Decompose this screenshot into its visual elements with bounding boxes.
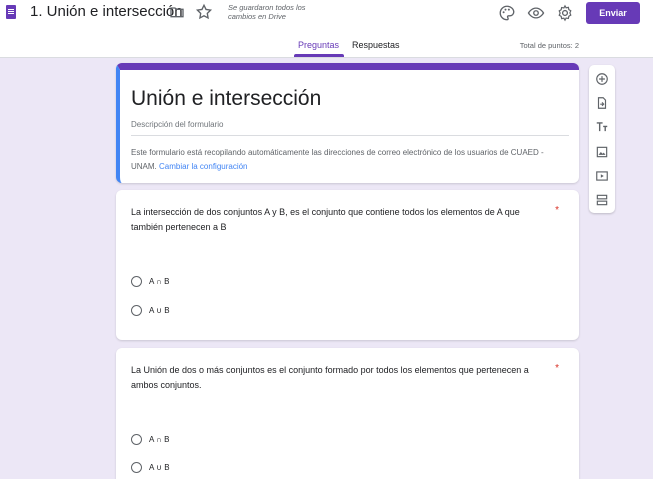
palette-icon[interactable]: [498, 4, 516, 22]
form-header-card[interactable]: Unión e intersección Descripción del for…: [116, 63, 579, 183]
change-settings-link[interactable]: Cambiar la configuración: [159, 162, 248, 171]
option-item[interactable]: A ∩ B: [131, 276, 169, 287]
save-status: Se guardaron todos los cambios en Drive: [228, 3, 306, 21]
question-card[interactable]: La intersección de dos conjuntos A y B, …: [116, 190, 579, 340]
radio-button[interactable]: [131, 276, 142, 287]
star-icon[interactable]: [195, 3, 213, 21]
required-mark: *: [555, 363, 559, 374]
add-question-icon[interactable]: [595, 72, 609, 86]
email-collection-notice: Este formulario está recopilando automát…: [131, 146, 571, 174]
document-title[interactable]: 1. Unión e intersección: [30, 3, 183, 20]
option-label: A ∪ B: [149, 306, 170, 315]
question-text[interactable]: La Unión de dos o más conjuntos es el co…: [131, 363, 541, 393]
question-card[interactable]: La Unión de dos o más conjuntos es el co…: [116, 348, 579, 479]
option-item[interactable]: A ∪ B: [131, 462, 170, 473]
tab-responses[interactable]: Respuestas: [352, 40, 400, 50]
form-title[interactable]: Unión e intersección: [131, 87, 321, 111]
option-label: A ∩ B: [149, 277, 170, 286]
add-video-icon[interactable]: [595, 169, 609, 183]
form-description-field[interactable]: Descripción del formulario: [131, 120, 223, 129]
active-tab-indicator: [294, 54, 344, 57]
required-mark: *: [555, 205, 559, 216]
option-label: A ∪ B: [149, 463, 170, 472]
folder-icon[interactable]: [168, 4, 186, 20]
radio-button[interactable]: [131, 305, 142, 316]
top-bar: 1. Unión e intersección Se guardaron tod…: [0, 0, 653, 58]
import-questions-icon[interactable]: [595, 96, 609, 110]
tab-questions[interactable]: Preguntas: [298, 40, 339, 50]
add-title-icon[interactable]: [595, 120, 609, 134]
radio-button[interactable]: [131, 462, 142, 473]
add-image-icon[interactable]: [595, 145, 609, 159]
option-label: A ∩ B: [149, 435, 170, 444]
add-section-icon[interactable]: [595, 193, 609, 207]
forms-logo-icon[interactable]: [6, 5, 16, 19]
eye-icon[interactable]: [527, 4, 545, 22]
question-text[interactable]: La intersección de dos conjuntos A y B, …: [131, 205, 541, 235]
side-toolbar: [589, 65, 615, 213]
option-item[interactable]: A ∪ B: [131, 305, 170, 316]
gear-icon[interactable]: [556, 4, 574, 22]
description-divider: [131, 135, 569, 136]
total-points: Total de puntos: 2: [519, 41, 579, 50]
radio-button[interactable]: [131, 434, 142, 445]
option-item[interactable]: A ∩ B: [131, 434, 169, 445]
send-button[interactable]: Enviar: [586, 2, 640, 24]
